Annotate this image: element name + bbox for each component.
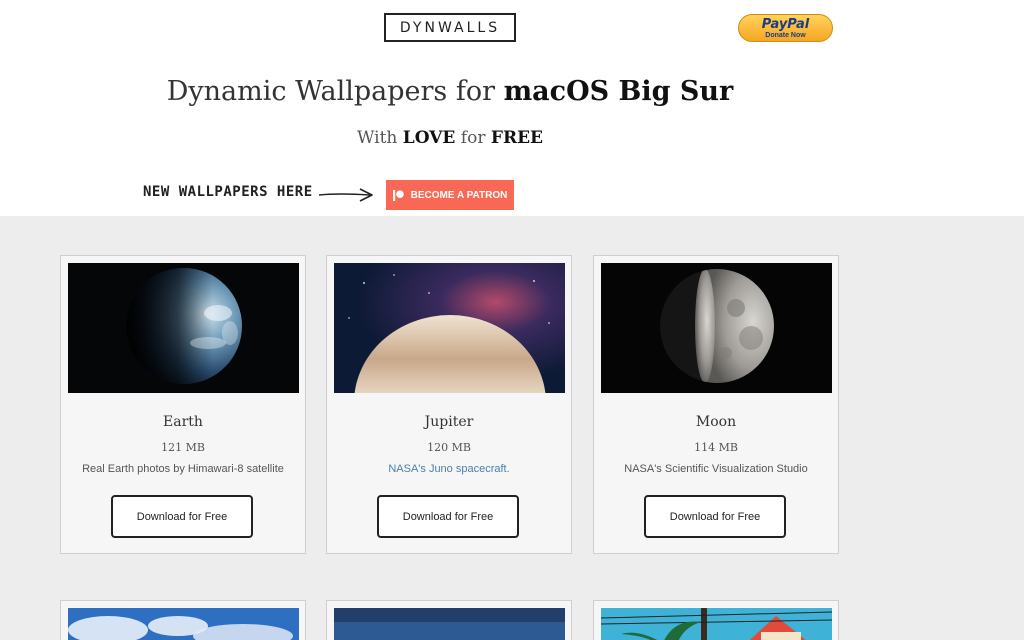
- wallpaper-card-sky: [326, 600, 572, 640]
- new-wallpapers-note: NEW WALLPAPERS HERE: [143, 184, 313, 200]
- download-button-earth[interactable]: Download for Free: [111, 495, 253, 538]
- subtitle-free: FREE: [490, 128, 543, 148]
- wallpaper-card-moon: Moon 114 MB NASA's Scientific Visualizat…: [593, 255, 839, 554]
- page-header: DYNWALLS PayPal Donate Now Dynamic Wallp…: [0, 0, 1024, 216]
- download-button-moon[interactable]: Download for Free: [644, 495, 786, 538]
- wallpaper-size: 120 MB: [427, 441, 471, 454]
- wallpaper-name: Moon: [695, 414, 737, 430]
- earth-thumbnail[interactable]: [68, 263, 299, 393]
- wallpaper-name: Jupiter: [424, 414, 474, 430]
- subtitle-mid: for: [455, 128, 491, 148]
- site-logo[interactable]: DYNWALLS: [384, 13, 516, 42]
- paypal-donate-label: Donate Now: [765, 31, 806, 39]
- wallpaper-size: 114 MB: [694, 441, 738, 454]
- paypal-label: PayPal: [761, 16, 810, 32]
- subtitle-love: LOVE: [402, 128, 456, 148]
- page-title-bold: macOS Big Sur: [503, 76, 734, 107]
- page-title-prefix: Dynamic Wallpapers for: [166, 76, 504, 107]
- wallpaper-size: 121 MB: [161, 441, 205, 454]
- page-title: Dynamic Wallpapers for macOS Big Sur: [0, 76, 900, 107]
- moon-thumbnail[interactable]: [601, 263, 832, 393]
- arrow-right-icon: [318, 188, 373, 202]
- illustration-thumbnail[interactable]: [601, 608, 832, 640]
- wallpaper-card-earth: Earth 121 MB Real Earth photos by Himawa…: [60, 255, 306, 554]
- clouds-thumbnail[interactable]: [68, 608, 299, 640]
- sky-thumbnail[interactable]: [334, 608, 565, 640]
- patreon-icon: [392, 189, 404, 201]
- wallpaper-credit: Real Earth photos by Himawari-8 satellit…: [82, 463, 284, 475]
- download-button-jupiter[interactable]: Download for Free: [377, 495, 519, 538]
- subtitle-prefix: With: [356, 128, 403, 148]
- wallpaper-credit: NASA's Scientific Visualization Studio: [624, 463, 808, 475]
- wallpaper-card-illustration: [593, 600, 839, 640]
- paypal-donate-button[interactable]: PayPal Donate Now: [738, 14, 833, 42]
- wallpaper-credit-link[interactable]: NASA's Juno spacecraft.: [327, 463, 571, 475]
- wallpaper-name: Earth: [163, 414, 203, 430]
- wallpaper-card-jupiter: Jupiter 120 MB NASA's Juno spacecraft. D…: [326, 255, 572, 554]
- wallpaper-card-clouds: [60, 600, 306, 640]
- become-patron-label: BECOME A PATRON: [410, 189, 508, 201]
- become-patron-button[interactable]: BECOME A PATRON: [386, 180, 514, 210]
- jupiter-thumbnail[interactable]: [334, 263, 565, 393]
- page-subtitle: With LOVE for FREE: [0, 128, 900, 148]
